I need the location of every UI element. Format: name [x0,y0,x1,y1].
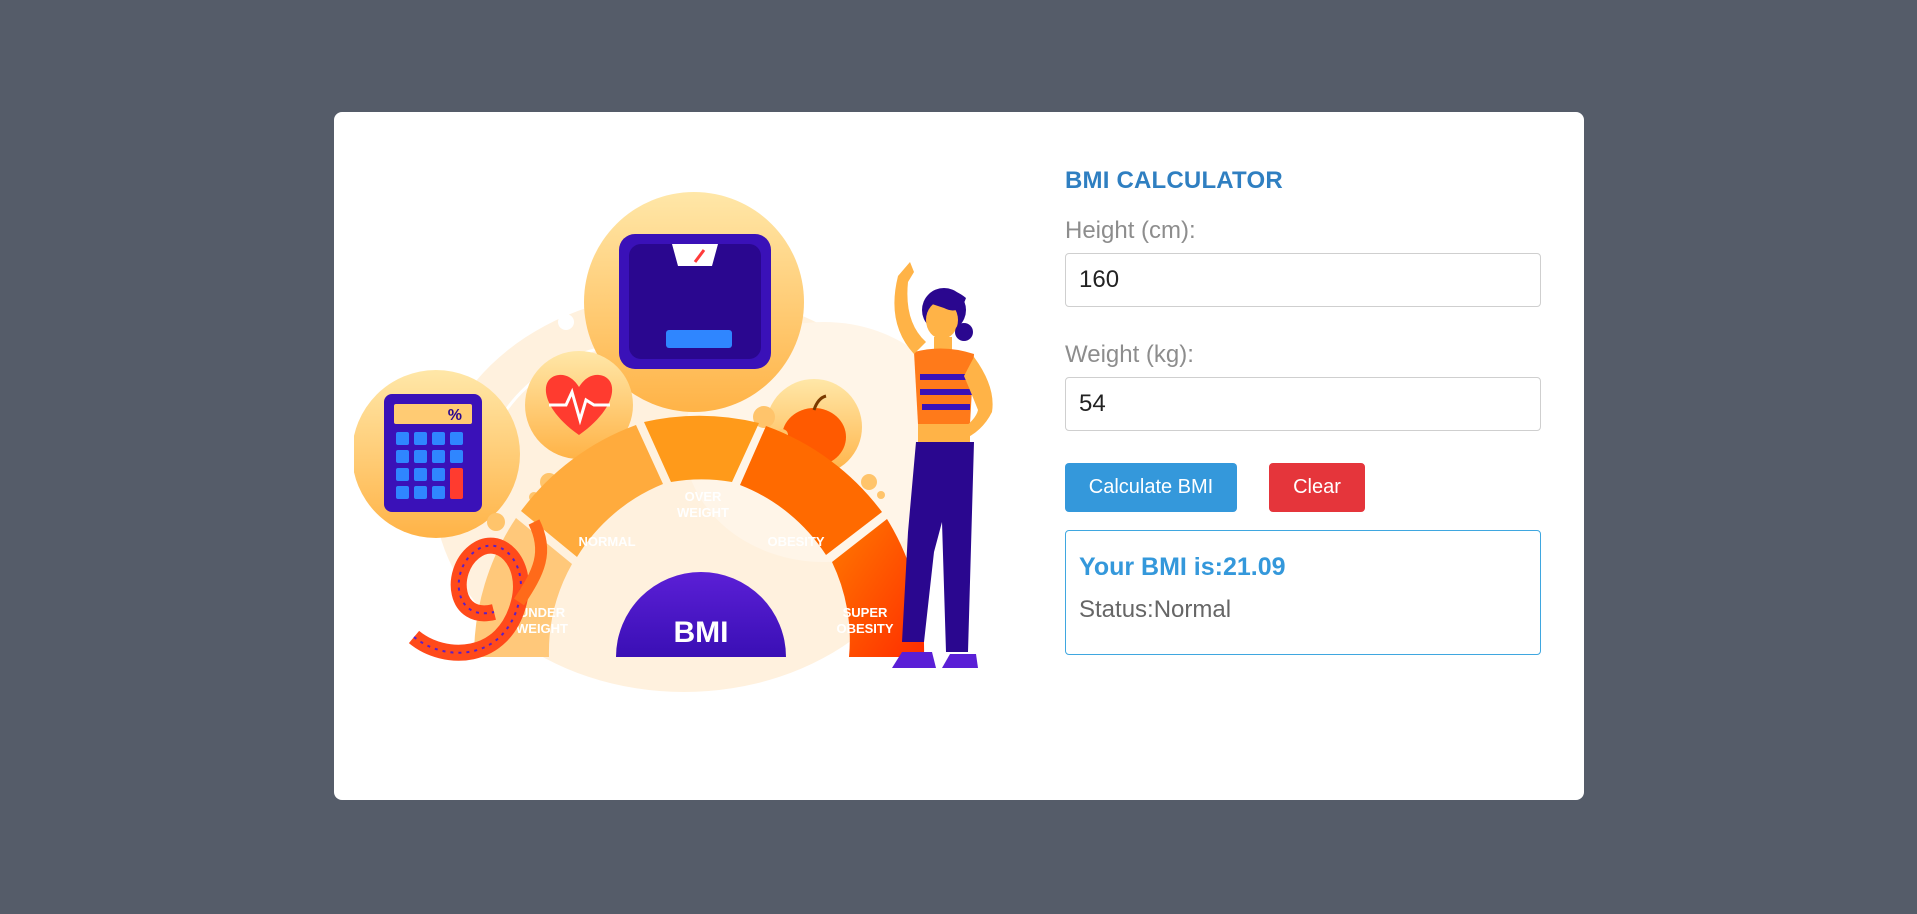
segment-super-obesity-line2: OBESITY [836,621,893,636]
weight-input[interactable] [1065,377,1541,431]
segment-underweight-line1: UNDER [519,605,566,620]
calculator-icon: % [354,370,520,538]
segment-underweight-line2: WEIGHT [516,621,568,636]
segment-normal-label: NORMAL [578,534,635,549]
height-input[interactable] [1065,253,1541,307]
calculate-bmi-button[interactable]: Calculate BMI [1065,463,1237,512]
segment-super-obesity-line1: SUPER [843,605,888,620]
bmi-form: BMI CALCULATOR Height (cm): Weight (kg):… [1065,167,1541,655]
bmi-result-text: Your BMI is:21.09 [1079,553,1286,581]
result-box: Your BMI is:21.09 Status:Normal [1065,530,1541,655]
calculator-percent-label: % [448,407,462,424]
segment-overweight-line1: OVER [685,489,722,504]
button-row: Calculate BMI Clear [1065,463,1541,512]
bmi-status-text: Status:Normal [1079,596,1232,623]
weight-label: Weight (kg): [1065,341,1194,368]
segment-overweight-line2: WEIGHT [677,505,729,520]
bmi-illustration: % BMI UNDER WEIGHT NORMAL OVER WEIGHT OB… [354,192,993,692]
page-title: BMI CALCULATOR [1065,167,1283,194]
clear-button[interactable]: Clear [1269,463,1365,512]
gauge-center-label: BMI [674,616,729,649]
segment-obesity-label: OBESITY [767,534,824,549]
height-label: Height (cm): [1065,217,1196,244]
bmi-card: % BMI UNDER WEIGHT NORMAL OVER WEIGHT OB… [334,112,1584,800]
